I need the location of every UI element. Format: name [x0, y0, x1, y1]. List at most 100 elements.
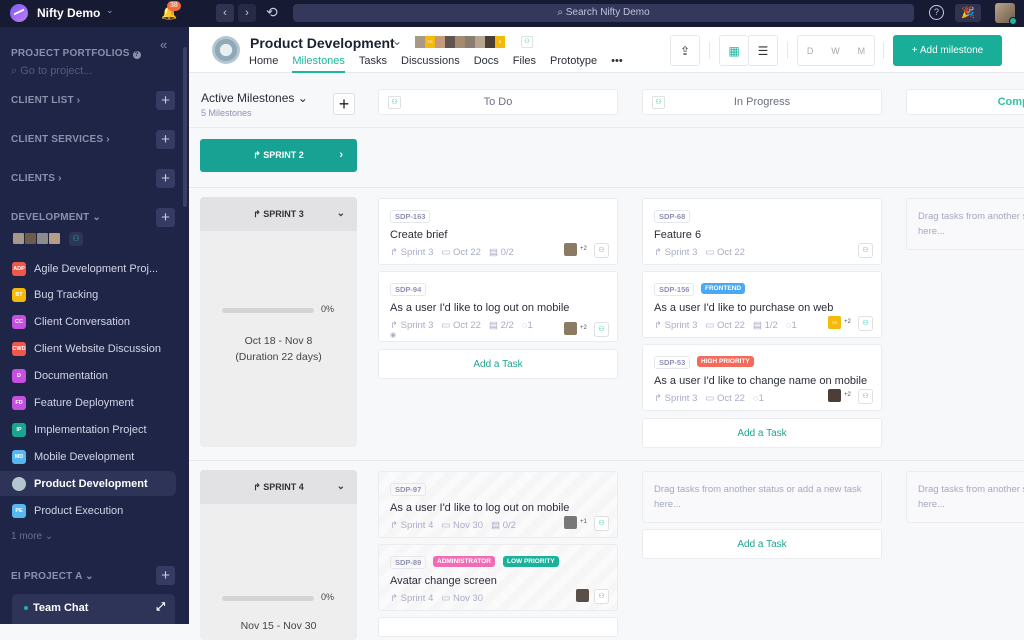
- task-card[interactable]: SDP-163 Create brief ↱ Sprint 3 ▭ Oct 22 ▤…: [378, 198, 618, 265]
- expand-icon[interactable]: ⤢: [156, 601, 165, 614]
- assign-user-icon[interactable]: ⚇: [858, 316, 873, 331]
- add-clients-button[interactable]: +: [156, 169, 175, 188]
- team-chat-button[interactable]: Team Chat ⤢: [12, 594, 175, 624]
- forward-button[interactable]: ›: [238, 4, 256, 22]
- task-card[interactable]: SDP-68 Feature 6 ↱ Sprint 3 ▭ Oct 22 ⚇: [642, 198, 882, 265]
- range-day[interactable]: D: [807, 46, 814, 56]
- completed-drop-zone[interactable]: Drag tasks from another status or add a …: [906, 471, 1024, 523]
- board-view-button[interactable]: ▦: [719, 35, 749, 66]
- completed-drop-zone[interactable]: Drag tasks from another status or add a …: [906, 198, 1024, 250]
- task-card[interactable]: SDP-53 HIGH PRIORITY As a user I'd like …: [642, 344, 882, 411]
- sidebar-project-item[interactable]: CWD Client Website Discussion: [0, 337, 176, 362]
- sidebar-project-item[interactable]: PE Product Execution: [0, 498, 176, 523]
- sidebar-project-item[interactable]: CC Client Conversation: [0, 310, 176, 335]
- section-clients[interactable]: CLIENTS ›: [11, 173, 62, 184]
- task-meta: ↱ Sprint 3 ▭ Oct 22 ▤ 0/2: [390, 247, 514, 258]
- in-progress-drop-zone[interactable]: Drag tasks from another status or add a …: [642, 471, 882, 523]
- tab-tasks[interactable]: Tasks: [359, 55, 387, 73]
- task-card[interactable]: SDP-94 As a user I'd like to log out on …: [378, 271, 618, 342]
- add-task-button[interactable]: Add a Task: [642, 418, 882, 448]
- whats-new-icon[interactable]: 🎉: [955, 4, 981, 22]
- project-icon: PE: [12, 503, 26, 518]
- project-label: Product Execution: [34, 504, 124, 517]
- add-user-icon[interactable]: ⚇: [652, 96, 665, 109]
- task-card[interactable]: SDP-89 ADMINISTRATOR LOW PRIORITY Avatar…: [378, 544, 618, 611]
- history-icon[interactable]: ⟲: [266, 4, 278, 21]
- add-task-button[interactable]: Add a Task: [642, 529, 882, 559]
- show-more-projects[interactable]: 1 more ⌄: [11, 531, 53, 542]
- help-icon[interactable]: ?: [929, 5, 944, 20]
- chevron-down-icon[interactable]: ⌄: [106, 5, 114, 16]
- milestones-filter[interactable]: Active Milestones ⌄: [201, 91, 308, 105]
- add-user-icon[interactable]: ⚇: [388, 96, 401, 109]
- sidebar-project-item[interactable]: BT Bug Tracking: [0, 283, 176, 308]
- sidebar-scrollbar[interactable]: [183, 47, 187, 207]
- share-button[interactable]: ⇪: [670, 35, 700, 66]
- nifty-logo-icon[interactable]: [10, 4, 28, 22]
- project-members[interactable]: TG 5: [415, 36, 505, 48]
- add-development-button[interactable]: +: [156, 208, 175, 227]
- add-ei-project-button[interactable]: +: [156, 566, 175, 585]
- assign-user-icon[interactable]: ⚇: [594, 322, 609, 337]
- add-client-list-button[interactable]: +: [156, 91, 175, 110]
- tab-files[interactable]: Files: [513, 55, 536, 73]
- task-card[interactable]: SDP-97 As a user I'd like to log out on …: [378, 471, 618, 538]
- task-id: SDP-89: [390, 556, 427, 569]
- tab-milestones[interactable]: Milestones: [292, 55, 345, 73]
- user-avatar[interactable]: [995, 3, 1017, 25]
- tab-docs[interactable]: Docs: [474, 55, 499, 73]
- project-label: Agile Development Proj...: [34, 262, 159, 275]
- tab-prototype[interactable]: Prototype: [550, 55, 597, 73]
- workspace-name[interactable]: Nifty Demo: [37, 6, 100, 20]
- sprint-3-header[interactable]: ↱ SPRINT 3 ⌄: [200, 197, 357, 231]
- member-avatar: [48, 232, 61, 245]
- project-search-input[interactable]: ⌕ Go to project...: [11, 65, 92, 78]
- project-title[interactable]: Product Development: [250, 35, 395, 51]
- assign-user-icon[interactable]: ⚇: [594, 516, 609, 531]
- development-members[interactable]: [12, 232, 61, 245]
- sidebar-project-item[interactable]: D Documentation: [0, 364, 176, 389]
- tab-more[interactable]: •••: [611, 55, 623, 73]
- sidebar-project-item[interactable]: ADP Agile Development Proj...: [0, 256, 176, 281]
- member-avatar: [455, 36, 465, 48]
- add-member-icon[interactable]: ⚇: [521, 36, 533, 48]
- assign-user-icon[interactable]: ⚇: [594, 589, 609, 604]
- sidebar-project-item[interactable]: FD Feature Deployment: [0, 391, 176, 416]
- add-task-button[interactable]: Add a Task: [378, 349, 618, 379]
- project-icon: IP: [12, 422, 26, 437]
- sidebar-project-item[interactable]: Product Development: [0, 471, 176, 497]
- section-development[interactable]: DEVELOPMENT ⌄: [11, 212, 101, 223]
- assign-user-icon[interactable]: ⚇: [858, 389, 873, 404]
- chevron-down-icon[interactable]: ⌄: [392, 34, 402, 48]
- back-button[interactable]: ‹: [216, 4, 234, 22]
- collapse-sidebar-icon[interactable]: «: [160, 37, 167, 52]
- sprint-2-collapsed-button[interactable]: ↱ SPRINT 2 ›: [200, 139, 357, 172]
- add-milestone-button[interactable]: + Add milestone: [893, 35, 1002, 66]
- assign-user-icon[interactable]: ⚇: [594, 243, 609, 258]
- sprint-icon: ↱: [253, 150, 261, 160]
- section-client-services[interactable]: CLIENT SERVICES ›: [11, 134, 110, 145]
- list-view-button[interactable]: ☰: [748, 35, 778, 66]
- global-search-input[interactable]: ⌕ Search Nifty Demo: [293, 4, 914, 22]
- tab-home[interactable]: Home: [249, 55, 278, 73]
- task-title: As a user I'd like to log out on mobile: [390, 302, 570, 314]
- task-card[interactable]: SDP-156 FRONTEND As a user I'd like to p…: [642, 271, 882, 338]
- add-member-icon[interactable]: ⚇: [69, 232, 83, 246]
- divider: [883, 42, 884, 59]
- add-milestone-plus-button[interactable]: +: [333, 93, 355, 115]
- member-avatar: [465, 36, 475, 48]
- task-card[interactable]: [378, 617, 618, 637]
- section-ei-project-a[interactable]: EI PROJECT A ⌄: [11, 571, 94, 582]
- range-week[interactable]: W: [831, 46, 840, 56]
- project-gear-icon: [212, 36, 240, 64]
- task-title: Create brief: [390, 229, 448, 241]
- task-tag-high-priority: HIGH PRIORITY: [697, 356, 754, 367]
- assign-user-icon[interactable]: ⚇: [858, 243, 873, 258]
- range-month[interactable]: M: [858, 46, 866, 56]
- section-client-list[interactable]: CLIENT LIST ›: [11, 95, 80, 106]
- sidebar-project-item[interactable]: MD Mobile Development: [0, 444, 176, 469]
- sidebar-project-item[interactable]: IP Implementation Project: [0, 417, 176, 442]
- tab-discussions[interactable]: Discussions: [401, 55, 460, 73]
- add-client-services-button[interactable]: +: [156, 130, 175, 149]
- sprint-4-header[interactable]: ↱ SPRINT 4 ⌄: [200, 470, 357, 504]
